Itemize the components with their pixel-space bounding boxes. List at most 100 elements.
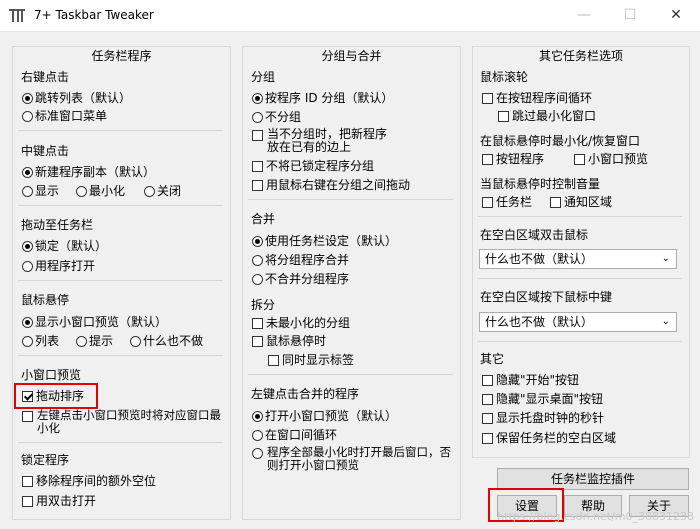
radio-icon	[22, 336, 33, 347]
checkbox-icon	[482, 93, 493, 104]
radio-list[interactable]: 列表	[22, 333, 59, 349]
checkbox-icon	[550, 197, 561, 208]
section-drag: 拖动至任务栏	[21, 218, 94, 232]
checkbox-no-group-pinned[interactable]: 不将已锁定程序分组	[252, 158, 374, 174]
radio-no-group[interactable]: 不分组	[252, 109, 301, 125]
checkbox-right-drag[interactable]: 用鼠标右键在分组之间拖动	[252, 177, 410, 193]
checkbox-icon	[252, 180, 263, 191]
section-double-click-empty: 在空白区域双击鼠标	[480, 228, 589, 242]
section-other: 其它	[480, 352, 505, 366]
section-hover-minimize: 在鼠标悬停时最小化/恢复窗口	[480, 134, 641, 148]
radio-icon	[252, 411, 263, 422]
checkbox-icon	[482, 394, 493, 405]
section-middle-click-empty: 在空白区域按下鼠标中键	[480, 290, 613, 304]
radio-open-thumb[interactable]: 打开小窗口预览（默认）	[252, 408, 397, 424]
radio-icon	[252, 112, 263, 123]
checkbox-thumb-preview[interactable]: 小窗口预览	[574, 151, 648, 167]
title-bar: 7+ Taskbar Tweaker — ☐ ✕	[0, 0, 700, 32]
checkbox-icon	[22, 496, 33, 507]
radio-close[interactable]: 关闭	[144, 183, 181, 199]
radio-thumbnail[interactable]: 显示小窗口预览（默认）	[22, 314, 167, 330]
radio-icon	[252, 236, 263, 247]
maximize-button[interactable]: ☐	[607, 0, 653, 31]
checkbox-button-programs[interactable]: 按钮程序	[482, 151, 544, 167]
radio-combine-grouped[interactable]: 将分组程序合并	[252, 252, 349, 268]
close-button[interactable]: ✕	[653, 0, 699, 31]
radio-group-by-id[interactable]: 按程序 ID 分组（默认）	[252, 90, 393, 106]
checkbox-icon	[482, 375, 493, 386]
chevron-down-icon: ⌄	[661, 253, 670, 264]
app-icon	[9, 9, 25, 22]
minimize-button[interactable]: —	[561, 0, 607, 31]
checkbox-icon	[574, 154, 585, 165]
section-group: 分组	[251, 70, 276, 84]
select-double-click[interactable]: 什么也不做（默认） ⌄	[479, 249, 677, 269]
watermark: https://blog.csdn.net/m0_38831238	[497, 510, 694, 523]
divider	[18, 355, 223, 356]
inspector-button[interactable]: 任务栏监控插件	[497, 468, 689, 490]
checkbox-icon	[482, 197, 493, 208]
checkbox-icon	[498, 111, 509, 122]
checkbox-icon	[252, 130, 263, 141]
radio-icon	[22, 186, 33, 197]
radio-pin[interactable]: 锁定（默认）	[22, 238, 107, 254]
radio-nothing[interactable]: 什么也不做	[130, 333, 203, 349]
checkbox-icon	[482, 154, 493, 165]
radio-standard-menu[interactable]: 标准窗口菜单	[22, 108, 107, 124]
radio-show[interactable]: 显示	[22, 183, 59, 199]
checkbox-hide-start[interactable]: 隐藏"开始"按钮	[482, 372, 579, 388]
divider	[478, 278, 682, 279]
divider	[18, 205, 223, 206]
radio-new-instance[interactable]: 新建程序副本（默认）	[22, 164, 155, 180]
checkbox-volume-tray[interactable]: 通知区域	[550, 194, 612, 210]
section-pinned: 锁定程序	[21, 453, 70, 467]
radio-tooltip[interactable]: 提示	[76, 333, 113, 349]
checkbox-icon	[22, 411, 33, 422]
checkbox-remove-gap[interactable]: 移除程序间的额外空位	[22, 473, 156, 489]
section-right-click: 右键点击	[21, 70, 70, 84]
checkbox-unminimized[interactable]: 未最小化的分组	[252, 315, 350, 331]
chevron-down-icon: ⌄	[661, 316, 670, 327]
checkbox-show-seconds[interactable]: 显示托盘时钟的秒针	[482, 410, 604, 426]
checkbox-icon	[482, 433, 493, 444]
radio-cycle-windows[interactable]: 在窗口间循环	[252, 427, 337, 443]
radio-use-taskbar[interactable]: 使用任务栏设定（默认）	[252, 233, 397, 249]
checkbox-skip-minimized[interactable]: 跳过最小化窗口	[498, 108, 596, 124]
radio-icon	[22, 167, 33, 178]
radio-icon	[76, 336, 87, 347]
select-middle-click[interactable]: 什么也不做（默认） ⌄	[479, 312, 677, 332]
checkbox-hide-show-desktop[interactable]: 隐藏"显示桌面"按钮	[482, 391, 603, 407]
checkbox-icon	[252, 336, 263, 347]
checkbox-show-labels[interactable]: 同时显示标签	[268, 352, 354, 368]
section-wheel: 鼠标滚轮	[480, 70, 529, 84]
radio-no-combine[interactable]: 不合并分组程序	[252, 271, 349, 287]
checkbox-keep-space[interactable]: 保留任务栏的空白区域	[482, 430, 616, 446]
section-hover: 鼠标悬停	[21, 293, 70, 307]
checkbox-icon	[482, 413, 493, 424]
panel-title: 任务栏程序	[13, 47, 230, 63]
window-title: 7+ Taskbar Tweaker	[34, 8, 154, 22]
section-middle-click: 中键点击	[21, 144, 70, 158]
section-thumbnail: 小窗口预览	[21, 368, 82, 382]
radio-icon	[130, 336, 141, 347]
radio-icon	[252, 93, 263, 104]
radio-open-with[interactable]: 用程序打开	[22, 258, 95, 274]
radio-icon	[144, 186, 155, 197]
radio-jump-list[interactable]: 跳转列表（默认）	[22, 90, 131, 106]
checkbox-cycle-buttons[interactable]: 在按钮程序间循环	[482, 90, 592, 106]
radio-icon	[252, 255, 263, 266]
radio-minimize[interactable]: 最小化	[76, 183, 125, 199]
divider	[248, 199, 453, 200]
divider	[18, 442, 223, 443]
radio-icon	[252, 274, 263, 285]
checkbox-volume-taskbar[interactable]: 任务栏	[482, 194, 532, 210]
divider	[18, 130, 223, 131]
checkbox-split-hover[interactable]: 鼠标悬停时	[252, 333, 326, 349]
section-left-click-combined: 左键点击合并的程序	[251, 387, 360, 401]
panel-title: 分组与合并	[243, 47, 460, 63]
checkbox-double-click[interactable]: 用双击打开	[22, 493, 96, 509]
divider	[478, 341, 682, 342]
divider	[248, 374, 453, 375]
section-volume: 当鼠标悬停时控制音量	[480, 177, 601, 191]
radio-icon	[252, 448, 263, 459]
